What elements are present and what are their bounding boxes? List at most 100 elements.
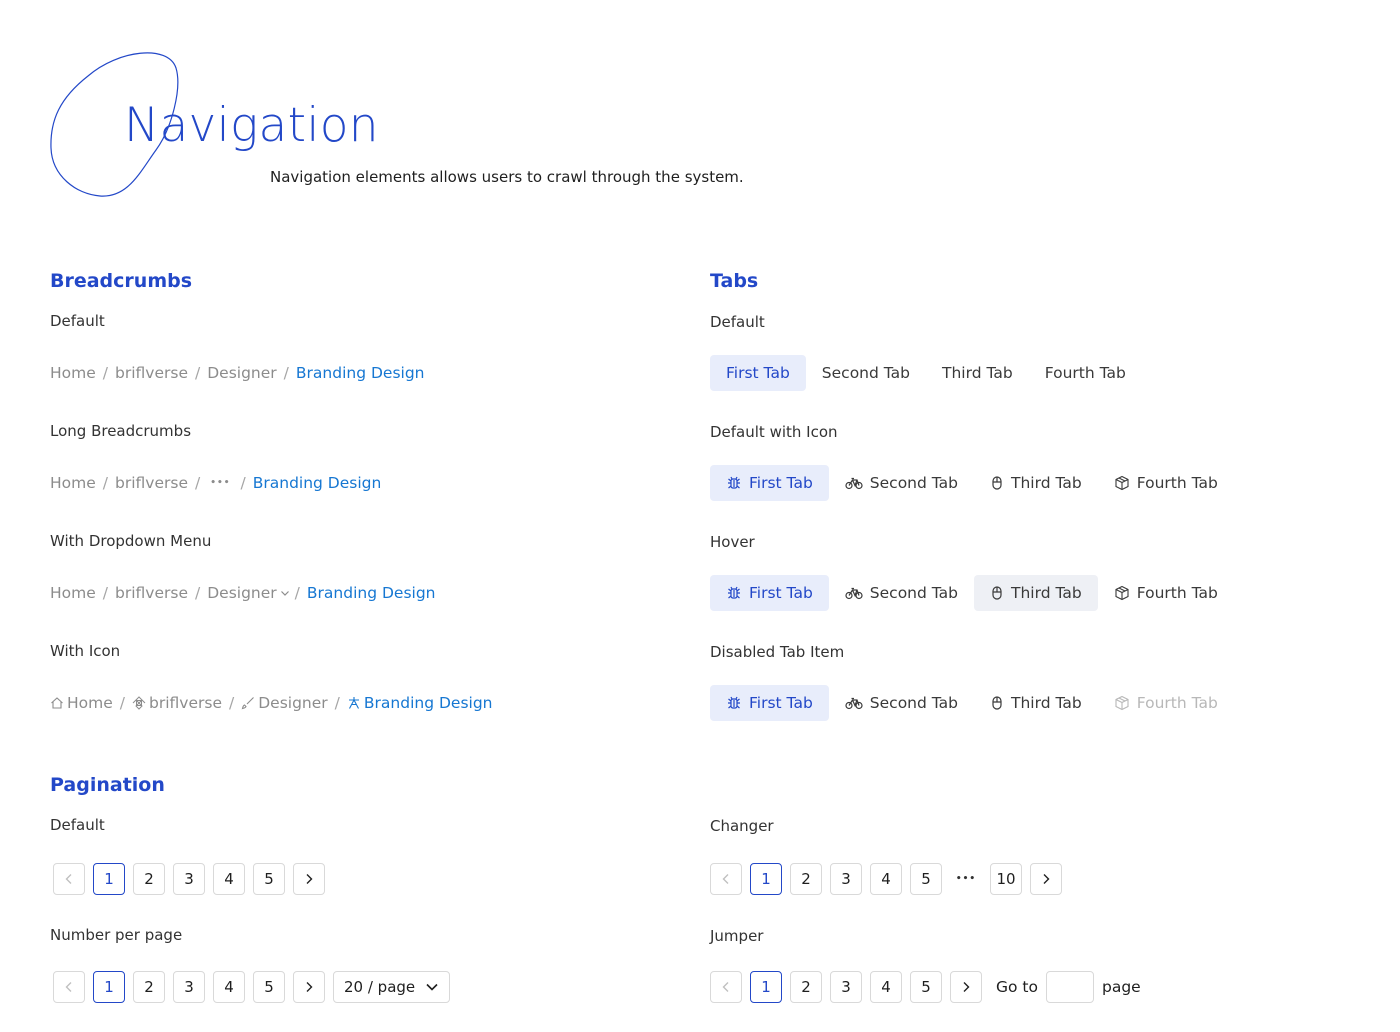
breadcrumb-item-label: Home	[67, 694, 113, 712]
breadcrumb-item-briflverse[interactable]: briflverse	[115, 584, 188, 602]
tab-label: First Tab	[726, 364, 790, 382]
page-button-1[interactable]: 1	[750, 971, 782, 1003]
pagination-changer-label: Changer	[710, 817, 774, 835]
tab-second[interactable]: Second Tab	[829, 685, 974, 721]
tab-fourth[interactable]: Fourth Tab	[1098, 575, 1234, 611]
breadcrumb-separator: /	[334, 694, 340, 712]
page-button-3[interactable]: 3	[830, 863, 862, 895]
tab-third[interactable]: Third Tab	[974, 465, 1098, 501]
pagination-per-page: 1 2 3 4 5 20 / page	[53, 971, 451, 1003]
breadcrumb-separator: /	[195, 364, 201, 382]
tabs-with-icon-label: Default with Icon	[710, 423, 838, 441]
tab-first[interactable]: First Tab	[710, 575, 829, 611]
prev-page-button[interactable]	[710, 971, 742, 1003]
page-button-3[interactable]: 3	[173, 971, 205, 1003]
tab-label: Fourth Tab	[1136, 474, 1218, 492]
breadcrumb-separator: /	[229, 694, 235, 712]
next-page-button[interactable]	[293, 971, 325, 1003]
breadcrumb-separator: /	[294, 584, 300, 602]
next-page-button[interactable]	[950, 971, 982, 1003]
breadcrumb-item-briflverse[interactable]: briflverse	[132, 694, 222, 712]
page-button-10[interactable]: 10	[990, 863, 1022, 895]
tab-label: First Tab	[749, 584, 813, 602]
page-button-5[interactable]: 5	[910, 971, 942, 1003]
tab-label: Third Tab	[1011, 474, 1082, 492]
tab-label: Second Tab	[869, 694, 959, 712]
next-page-button[interactable]	[293, 863, 325, 895]
breadcrumb-item-current: Branding Design	[306, 584, 436, 602]
chevron-left-icon	[65, 874, 72, 884]
pagination-changer: 1 2 3 4 5 ••• 10	[710, 863, 1062, 895]
page-button-5[interactable]: 5	[253, 971, 285, 1003]
page-button-1[interactable]: 1	[93, 863, 125, 895]
tab-first[interactable]: First Tab	[710, 465, 829, 501]
page-button-4[interactable]: 4	[213, 971, 245, 1003]
prev-page-button[interactable]	[53, 971, 85, 1003]
page-suffix-label: page	[1101, 978, 1141, 996]
page-button-5[interactable]: 5	[910, 863, 942, 895]
tab-label: Second Tab	[869, 584, 959, 602]
prev-page-button[interactable]	[710, 863, 742, 895]
breadcrumb-long-label: Long Breadcrumbs	[50, 422, 192, 440]
tabs-disabled: First Tab Second Tab Third Tab Fourth Ta…	[710, 685, 1234, 721]
tab-fourth[interactable]: Fourth Tab	[1098, 465, 1234, 501]
tab-third-hovered[interactable]: Third Tab	[974, 575, 1098, 611]
breadcrumb-item-home[interactable]: Home	[50, 364, 96, 382]
breadcrumb-dropdown-label: With Dropdown Menu	[50, 532, 212, 550]
page-button-2[interactable]: 2	[790, 863, 822, 895]
page-button-2[interactable]: 2	[790, 971, 822, 1003]
tab-label: Third Tab	[1011, 584, 1082, 602]
breadcrumb-item-label: Designer	[258, 694, 328, 712]
breadcrumb-item-label: Branding Design	[363, 694, 493, 712]
page-size-value: 20 / page	[344, 978, 416, 996]
box-icon	[1115, 585, 1129, 601]
page-button-3[interactable]: 3	[830, 971, 862, 1003]
page-size-select[interactable]: 20 / page	[333, 971, 451, 1003]
page-ellipsis[interactable]: •••	[950, 863, 982, 895]
page-button-2[interactable]: 2	[133, 971, 165, 1003]
breadcrumb-item-briflverse[interactable]: briflverse	[115, 364, 188, 382]
tab-first[interactable]: First Tab	[710, 355, 806, 391]
tab-first[interactable]: First Tab	[710, 685, 829, 721]
page-button-1[interactable]: 1	[750, 863, 782, 895]
chevron-left-icon	[722, 982, 729, 992]
breadcrumb-item-designer[interactable]: Designer	[241, 694, 328, 712]
tab-label: Second Tab	[821, 364, 911, 382]
box-icon	[1115, 695, 1129, 711]
chevron-right-icon	[306, 874, 313, 884]
breadcrumb-item-home[interactable]: Home	[50, 694, 113, 712]
home-icon	[51, 697, 63, 709]
tab-second[interactable]: Second Tab	[806, 355, 926, 391]
breadcrumb-ellipsis[interactable]: •••	[210, 478, 230, 488]
prev-page-button[interactable]	[53, 863, 85, 895]
pagination-default: 1 2 3 4 5	[53, 863, 325, 895]
tab-second[interactable]: Second Tab	[829, 575, 974, 611]
page-button-3[interactable]: 3	[173, 863, 205, 895]
page-button-4[interactable]: 4	[870, 863, 902, 895]
pagination-jumper-label: Jumper	[710, 927, 764, 945]
tab-label: Fourth Tab	[1044, 364, 1126, 382]
next-page-button[interactable]	[1030, 863, 1062, 895]
tab-label: First Tab	[749, 694, 813, 712]
tabs-hover: First Tab Second Tab Third Tab Fourth Ta…	[710, 575, 1234, 611]
breadcrumb-item-home[interactable]: Home	[50, 584, 96, 602]
page-jump-input[interactable]	[1045, 971, 1094, 1003]
breadcrumb-item-current: Branding Design	[295, 364, 425, 382]
page-button-5[interactable]: 5	[253, 863, 285, 895]
page-button-4[interactable]: 4	[870, 971, 902, 1003]
page-button-1[interactable]: 1	[93, 971, 125, 1003]
breadcrumb-item-home[interactable]: Home	[50, 474, 96, 492]
mouse-icon	[992, 586, 1002, 600]
tab-third[interactable]: Third Tab	[926, 355, 1029, 391]
page-button-4[interactable]: 4	[213, 863, 245, 895]
chevron-down-icon	[426, 983, 438, 991]
chevron-down-icon	[280, 591, 289, 596]
breadcrumb-item-briflverse[interactable]: briflverse	[115, 474, 188, 492]
page-button-2[interactable]: 2	[133, 863, 165, 895]
breadcrumb-item-designer-dropdown[interactable]: Designer	[207, 584, 289, 602]
tab-second[interactable]: Second Tab	[829, 465, 974, 501]
breadcrumb-item-designer[interactable]: Designer	[207, 364, 276, 382]
tab-fourth[interactable]: Fourth Tab	[1029, 355, 1142, 391]
tab-third[interactable]: Third Tab	[974, 685, 1098, 721]
bicycle-icon	[845, 477, 863, 490]
